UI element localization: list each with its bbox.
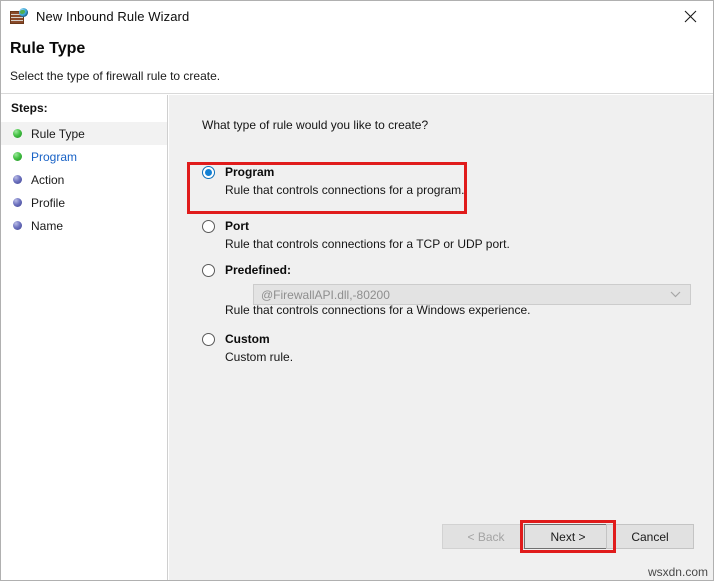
- option-program-title: Program: [225, 165, 274, 179]
- back-button[interactable]: < Back: [442, 524, 530, 549]
- option-program-row[interactable]: Program: [202, 165, 682, 179]
- page-header: Rule Type Select the type of firewall ru…: [1, 32, 713, 94]
- wizard-window: New Inbound Rule Wizard Rule Type Select…: [0, 0, 714, 581]
- steps-heading: Steps:: [11, 101, 48, 115]
- step-bullet-icon: [13, 221, 22, 230]
- next-button[interactable]: Next >: [524, 524, 612, 549]
- option-port-description: Rule that controls connections for a TCP…: [225, 237, 682, 251]
- sidebar-item-label: Name: [31, 219, 63, 233]
- window-title: New Inbound Rule Wizard: [36, 9, 189, 24]
- sidebar-item-name[interactable]: Name: [1, 214, 167, 237]
- option-custom[interactable]: Custom Custom rule.: [202, 332, 682, 364]
- radio-custom[interactable]: [202, 333, 215, 346]
- option-port-title: Port: [225, 219, 249, 233]
- sidebar-item-label: Profile: [31, 196, 65, 210]
- steps-sidebar: Steps: Rule Type Program Action Profile …: [1, 95, 168, 580]
- footer-buttons: < Back Next > Cancel: [169, 524, 713, 564]
- step-bullet-icon: [13, 152, 22, 161]
- option-program-description: Rule that controls connections for a pro…: [225, 183, 682, 197]
- step-bullet-icon: [13, 129, 22, 138]
- steps-list: Rule Type Program Action Profile Name: [1, 122, 167, 237]
- option-port-row[interactable]: Port: [202, 219, 682, 233]
- page-title: Rule Type: [10, 40, 85, 58]
- rule-type-question: What type of rule would you like to crea…: [202, 118, 428, 132]
- option-custom-title: Custom: [225, 332, 270, 346]
- globe-shape: [19, 8, 28, 17]
- firewall-brick-globe-icon: [10, 8, 27, 25]
- radio-port[interactable]: [202, 220, 215, 233]
- sidebar-item-action[interactable]: Action: [1, 168, 167, 191]
- title-bar: New Inbound Rule Wizard: [1, 1, 713, 32]
- radio-predefined[interactable]: [202, 264, 215, 277]
- sidebar-item-label: Rule Type: [31, 127, 85, 141]
- main-content: What type of rule would you like to crea…: [169, 95, 713, 580]
- watermark-text: wsxdn.com: [648, 565, 708, 579]
- sidebar-item-profile[interactable]: Profile: [1, 191, 167, 214]
- option-custom-description: Custom rule.: [225, 350, 682, 364]
- sidebar-item-label: Action: [31, 173, 64, 187]
- option-port[interactable]: Port Rule that controls connections for …: [202, 219, 682, 251]
- option-predefined-description: Rule that controls connections for a Win…: [225, 303, 682, 317]
- chevron-down-icon: [670, 291, 681, 298]
- option-custom-row[interactable]: Custom: [202, 332, 682, 346]
- option-program[interactable]: Program Rule that controls connections f…: [202, 165, 682, 197]
- step-bullet-icon: [13, 198, 22, 207]
- option-predefined-title: Predefined:: [225, 263, 291, 277]
- sidebar-item-label: Program: [31, 150, 77, 164]
- predefined-dropdown-value: @FirewallAPI.dll,-80200: [261, 288, 670, 302]
- option-predefined[interactable]: Predefined: @FirewallAPI.dll,-80200 Rule…: [202, 263, 682, 317]
- radio-program[interactable]: [202, 166, 215, 179]
- cancel-button[interactable]: Cancel: [606, 524, 694, 549]
- sidebar-item-rule-type[interactable]: Rule Type: [1, 122, 167, 145]
- page-subtitle: Select the type of firewall rule to crea…: [10, 69, 220, 83]
- predefined-dropdown[interactable]: @FirewallAPI.dll,-80200: [253, 284, 691, 305]
- option-predefined-row[interactable]: Predefined:: [202, 263, 682, 277]
- close-icon[interactable]: [667, 1, 713, 32]
- step-bullet-icon: [13, 175, 22, 184]
- sidebar-item-program[interactable]: Program: [1, 145, 167, 168]
